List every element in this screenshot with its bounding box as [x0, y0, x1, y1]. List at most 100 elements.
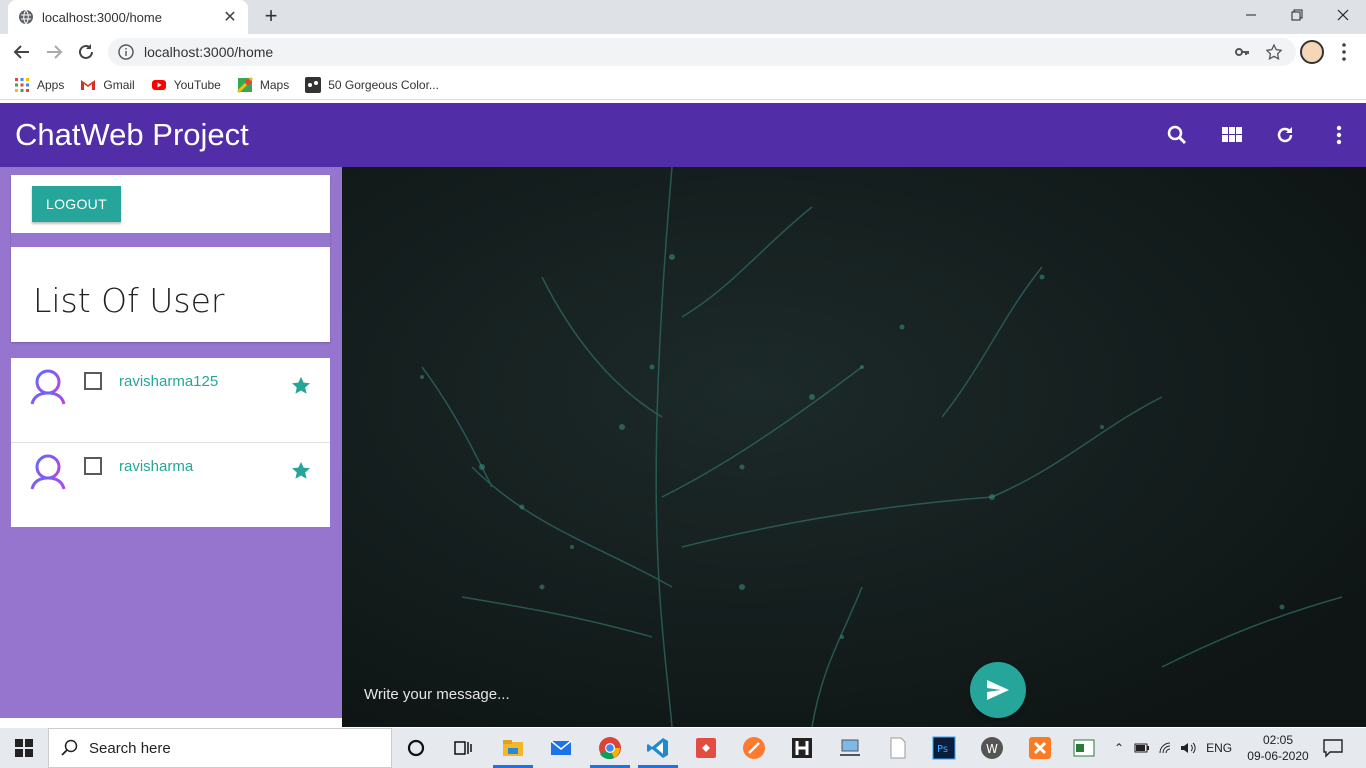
windows-logo-icon	[15, 739, 33, 757]
user-list: ravisharma125 ravisharma	[11, 358, 330, 527]
close-icon	[1337, 9, 1349, 21]
bookmark-site[interactable]: 50 Gorgeous Color...	[305, 76, 439, 93]
arrow-left-icon	[13, 45, 29, 59]
reload-button[interactable]	[74, 40, 98, 64]
search-button[interactable]	[1165, 123, 1189, 147]
chevron-up-icon[interactable]: ⌃	[1114, 741, 1124, 755]
close-window-button[interactable]	[1320, 0, 1366, 30]
key-icon[interactable]	[1232, 42, 1252, 62]
git-icon[interactable]	[694, 736, 718, 760]
start-button[interactable]	[0, 728, 48, 768]
vscode-icon[interactable]	[646, 736, 670, 760]
star-bookmark-icon[interactable]	[1264, 42, 1284, 62]
star-icon[interactable]	[290, 375, 312, 397]
clock[interactable]: 02:05 09-06-2020	[1246, 732, 1310, 764]
refresh-icon	[1277, 127, 1293, 143]
clock-time: 02:05	[1262, 733, 1294, 747]
restore-button[interactable]	[1274, 0, 1320, 30]
page-bottom-strip	[0, 718, 342, 728]
refresh-button[interactable]	[1273, 123, 1297, 147]
wifi-icon[interactable]	[1158, 741, 1174, 755]
cortana-icon[interactable]	[404, 736, 428, 760]
notification-icon[interactable]	[1322, 738, 1344, 758]
user-name[interactable]: ravisharma	[119, 458, 193, 475]
minimize-icon	[1246, 14, 1256, 16]
user-avatar-icon	[30, 369, 66, 405]
browser-tabstrip: localhost:3000/home ✕ +	[0, 0, 1366, 34]
taskbar-search-placeholder: Search here	[89, 739, 171, 757]
chrome-icon[interactable]	[598, 736, 622, 760]
send-icon	[987, 680, 1009, 700]
grid-view-button[interactable]	[1220, 123, 1244, 147]
send-button[interactable]	[970, 662, 1026, 718]
browser-tab[interactable]: localhost:3000/home ✕	[8, 0, 248, 34]
os-taskbar: Search here Ps W ⌃ ENG 02:05 09-06-2020	[0, 728, 1366, 768]
browser-toolbar: localhost:3000/home	[0, 34, 1366, 70]
bookmark-gmail[interactable]: Gmail	[80, 77, 135, 93]
user-avatar-icon	[30, 454, 66, 490]
taskbar-search[interactable]: Search here	[48, 728, 392, 768]
volume-icon[interactable]	[1180, 741, 1198, 755]
bookmark-apps[interactable]: Apps	[14, 77, 64, 93]
system-tray: ⌃ ENG	[1114, 728, 1232, 768]
sublime-icon[interactable]	[742, 736, 766, 760]
user-list-title: List Of User	[33, 281, 225, 320]
bookmark-label: Maps	[259, 77, 290, 92]
document-icon[interactable]	[886, 736, 910, 760]
message-input[interactable]	[364, 683, 924, 705]
bookmark-label: YouTube	[173, 77, 221, 92]
divider-band	[11, 233, 330, 247]
bookmarks-bar: Apps Gmail YouTube Maps 50 Gorgeous Colo…	[0, 70, 1366, 100]
clock-date: 09-06-2020	[1247, 749, 1309, 763]
more-vert-icon	[1336, 125, 1342, 145]
chat-area	[342, 167, 1366, 727]
search-icon	[61, 739, 78, 756]
more-options-button[interactable]	[1327, 123, 1351, 147]
apps-grid-icon	[15, 77, 29, 92]
gmail-icon	[81, 79, 96, 90]
sidebar: LOGOUT List Of User ravisharma125 ravish…	[0, 167, 342, 718]
user-checkbox[interactable]	[84, 457, 102, 475]
language-indicator[interactable]: ENG	[1206, 741, 1232, 755]
bookmark-maps[interactable]: Maps	[236, 76, 290, 93]
restore-icon	[1291, 9, 1303, 21]
close-tab-icon[interactable]: ✕	[222, 7, 238, 27]
forward-button[interactable]	[42, 40, 66, 64]
browser-menu-icon[interactable]	[1336, 42, 1352, 62]
photoshop-icon[interactable]: Ps	[932, 736, 956, 760]
profile-avatar-icon[interactable]	[1300, 40, 1324, 64]
star-icon[interactable]	[290, 460, 312, 482]
back-button[interactable]	[10, 40, 34, 64]
task-view-icon[interactable]	[452, 736, 476, 760]
app-header: ChatWeb Project	[0, 103, 1366, 167]
logout-button[interactable]: LOGOUT	[32, 186, 121, 222]
tab-title: localhost:3000/home	[42, 9, 162, 25]
bookmark-label: Apps	[37, 77, 65, 92]
bookmark-label: 50 Gorgeous Color...	[328, 77, 439, 92]
user-checkbox[interactable]	[84, 372, 102, 390]
address-bar[interactable]: localhost:3000/home	[108, 38, 1296, 66]
app-window-icon[interactable]	[1072, 736, 1096, 760]
battery-icon[interactable]	[1134, 742, 1150, 754]
file-explorer-icon[interactable]	[501, 736, 525, 760]
new-tab-button[interactable]: +	[258, 4, 284, 30]
search-icon	[1167, 125, 1187, 145]
xampp-icon[interactable]	[1028, 736, 1052, 760]
minimize-button[interactable]	[1228, 0, 1274, 30]
info-icon	[118, 44, 134, 60]
grid-view-icon	[1222, 127, 1242, 142]
user-name[interactable]: ravisharma125	[119, 373, 218, 390]
mail-icon[interactable]	[549, 736, 573, 760]
h-app-icon[interactable]	[790, 736, 814, 760]
bookmark-site-icon	[305, 76, 322, 93]
sidebar-header-card: LOGOUT List Of User	[11, 175, 330, 342]
bookmark-youtube[interactable]: YouTube	[151, 77, 221, 93]
user-list-item[interactable]: ravisharma	[11, 442, 330, 526]
wamp-icon[interactable]: W	[980, 736, 1004, 760]
maps-icon	[236, 76, 253, 93]
this-pc-icon[interactable]	[838, 736, 862, 760]
arrow-right-icon	[47, 45, 63, 59]
bookmark-label: Gmail	[103, 77, 135, 92]
app-title: ChatWeb Project	[15, 117, 249, 152]
user-list-item[interactable]: ravisharma125	[11, 358, 330, 442]
